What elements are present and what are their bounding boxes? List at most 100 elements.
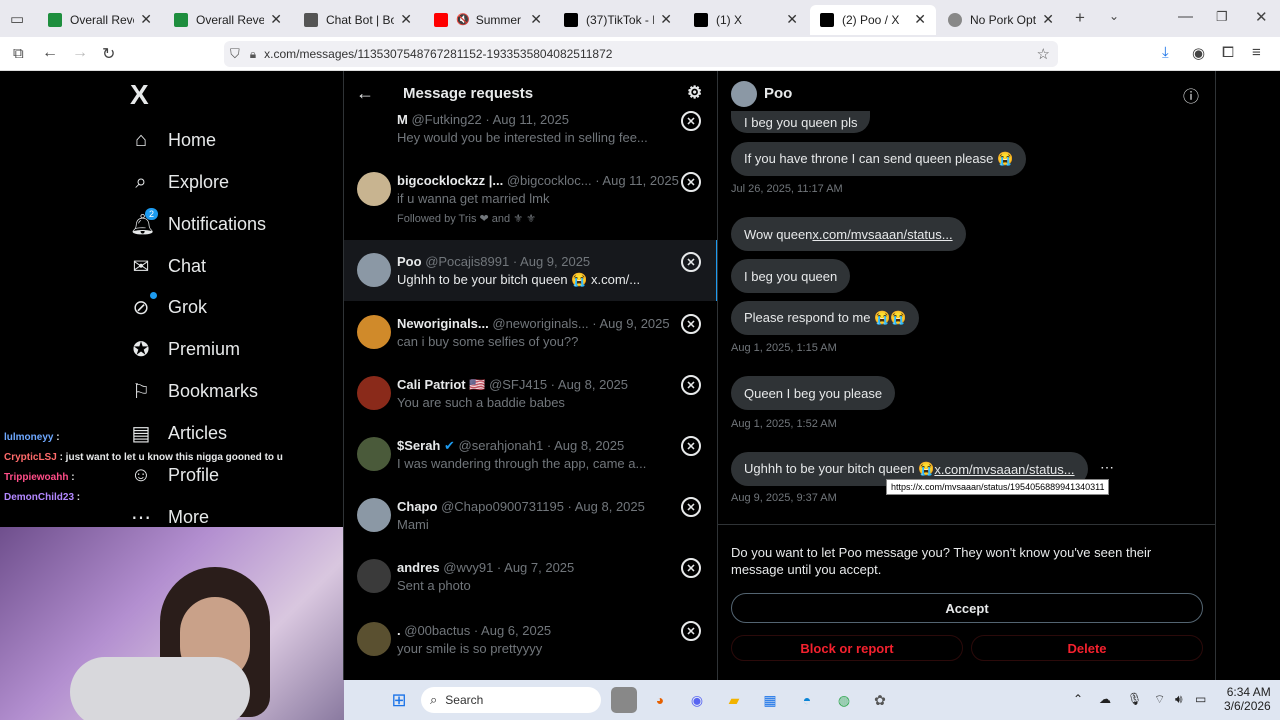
edge-icon[interactable]: ◓ [794, 687, 820, 713]
bookmark-star-icon[interactable]: ☆ [1037, 45, 1050, 63]
close-tab-icon[interactable]: ✕ [140, 11, 152, 28]
close-tab-icon[interactable]: ✕ [530, 11, 542, 28]
close-window-icon[interactable]: ✕ [1255, 8, 1268, 26]
settings-gear-icon[interactable]: ⚙ [687, 83, 702, 103]
delete-button[interactable]: Delete [971, 635, 1203, 661]
request-item[interactable]: andres @wvy91 · Aug 7, 2025 Sent a photo… [344, 545, 717, 606]
nav-home[interactable]: ⌂ Home [130, 123, 216, 157]
browser-tab[interactable]: Overall Revenue -✕ [164, 5, 292, 35]
dismiss-request-icon[interactable]: ✕ [681, 111, 701, 131]
forward-icon[interactable]: → [72, 44, 88, 62]
dismiss-request-icon[interactable]: ✕ [681, 375, 701, 395]
task-view-icon[interactable] [611, 687, 637, 713]
browser-tab-active[interactable]: (2) Poo / X ✕ [810, 4, 936, 35]
extensions-icon[interactable]: ⧠ [1222, 44, 1234, 61]
close-tab-icon[interactable]: ✕ [660, 11, 672, 28]
request-item-selected[interactable]: Poo @Pocajis8991 · Aug 9, 2025 Ughhh to … [344, 240, 717, 301]
clock[interactable]: 6:34 AM 3/6/2026 [1224, 685, 1271, 713]
request-item[interactable]: Neworiginals... @neworiginals... · Aug 9… [344, 301, 717, 362]
requests-title: Message requests [403, 84, 534, 102]
stream-chat-overlay: lulmoneyy : CrypticLSJ : just want to le… [0, 430, 340, 526]
address-bar[interactable]: ⛉ 🔒︎ x.com/messages/1135307548767281152-… [224, 41, 1058, 67]
browser-tab[interactable]: (1) X ✕ [684, 5, 808, 35]
chat-user: Trippiewoahh [4, 472, 69, 483]
nav-chat[interactable]: ✉ Chat [130, 249, 206, 283]
close-tab-icon[interactable]: ✕ [400, 11, 412, 28]
download-icon[interactable]: ⤓ [1162, 44, 1169, 61]
tab-list-icon[interactable]: ▭ [10, 10, 24, 28]
nav-bookmarks[interactable]: ⚐ Bookmarks [130, 374, 258, 408]
bell-icon: 🔔︎ 2 [130, 207, 158, 237]
new-dot [150, 291, 157, 299]
dismiss-request-icon[interactable]: ✕ [681, 252, 701, 272]
chevron-down-icon[interactable]: ⌄ [1109, 9, 1119, 23]
dismiss-request-icon[interactable]: ✕ [681, 172, 701, 192]
request-item[interactable]: $Serah ✔ @serahjonah1 · Aug 8, 2025 I wa… [344, 423, 717, 484]
maximize-icon[interactable]: ❐ [1216, 9, 1228, 25]
account-icon[interactable]: ◉ [1192, 44, 1205, 62]
avatar[interactable] [731, 81, 757, 107]
chat-message: Trippiewoahh : [4, 472, 75, 483]
message-link[interactable]: x.com/mvsaaan/status... [934, 462, 1074, 477]
request-item[interactable]: bigcocklockzz |... @bigcockloc... · Aug … [344, 163, 717, 233]
reload-icon[interactable]: ↻ [102, 44, 115, 64]
browser-tab[interactable]: No Pork Options✕ [938, 5, 1064, 35]
request-item[interactable]: M @Futking22 · Aug 11, 2025 Hey would yo… [344, 101, 717, 149]
menu-icon[interactable]: ≡ [1252, 44, 1261, 61]
browser-tab[interactable]: Overall Revenue -✕ [38, 5, 162, 35]
browser-tab[interactable]: 🔇 Summer Walk✕ [424, 5, 552, 35]
app-icon[interactable]: ✿ [867, 687, 893, 713]
nav-premium[interactable]: ✪ Premium [130, 332, 240, 366]
close-tab-icon[interactable]: ✕ [786, 11, 798, 28]
lock-icon[interactable]: 🔒︎ [250, 47, 256, 62]
tab-favicon-icon [564, 12, 578, 27]
minimize-icon[interactable]: — [1178, 8, 1193, 25]
dismiss-request-icon[interactable]: ✕ [681, 497, 701, 517]
browser-tab[interactable]: (37)TikTok - Make✕ [554, 5, 682, 35]
url-text[interactable]: x.com/messages/1135307548767281152-19335… [264, 47, 612, 61]
block-report-button[interactable]: Block or report [731, 635, 963, 661]
shield-icon[interactable]: ⛉ [230, 46, 240, 62]
tab-favicon-icon [948, 12, 962, 27]
dismiss-request-icon[interactable]: ✕ [681, 621, 701, 641]
windows-start-icon[interactable]: ⊞ [386, 687, 412, 713]
store-icon[interactable]: ▦ [757, 687, 783, 713]
mic-icon[interactable]: 🎙︎ [1127, 692, 1142, 706]
nav-grok[interactable]: ⊘ Grok [130, 290, 207, 324]
chrome-icon[interactable]: ◍ [831, 687, 857, 713]
browser-tab-strip: ▭ Overall Revenue -✕ Overall Revenue -✕ … [0, 0, 1280, 37]
info-icon[interactable]: ⓘ [1183, 83, 1199, 107]
discord-icon[interactable]: ◉ [684, 687, 710, 713]
dismiss-request-icon[interactable]: ✕ [681, 314, 701, 334]
file-explorer-icon[interactable]: ▰ [721, 687, 747, 713]
nav-explore[interactable]: ⌕ Explore [130, 165, 229, 199]
tray-chevron-icon[interactable]: ⌃ [1073, 692, 1083, 706]
nav-notifications[interactable]: 🔔︎ 2 Notifications [130, 207, 266, 241]
muted-audio-icon[interactable]: 🔇 [456, 13, 470, 26]
new-tab-icon[interactable]: + [1075, 8, 1085, 28]
taskbar-search[interactable]: ⌕ Search [421, 687, 601, 713]
close-tab-icon[interactable]: ✕ [270, 11, 282, 28]
message-timestamp: Aug 1, 2025, 1:15 AM [731, 342, 837, 354]
more-options-icon[interactable]: ⋯ [1100, 459, 1114, 476]
cloud-icon[interactable]: ☁ [1099, 692, 1111, 706]
dismiss-request-icon[interactable]: ✕ [681, 436, 701, 456]
request-item[interactable]: . @00bactus · Aug 6, 2025 your smile is … [344, 606, 717, 667]
wifi-icon[interactable]: ⌔ [1154, 692, 1165, 707]
conversation-name[interactable]: Poo [764, 85, 792, 102]
accept-button[interactable]: Accept [731, 593, 1203, 623]
sidebar-toggle-icon[interactable]: ⧉ [13, 45, 24, 62]
request-item[interactable]: Cali Patriot 🇺🇸 @SFJ415 · Aug 8, 2025 Yo… [344, 362, 717, 423]
x-logo-icon[interactable]: X [130, 79, 149, 111]
request-item[interactable]: Chapo @Chapo0900731195 · Aug 8, 2025 Mam… [344, 484, 717, 545]
search-icon: ⌕ [135, 170, 147, 193]
dismiss-request-icon[interactable]: ✕ [681, 558, 701, 578]
battery-icon[interactable]: ▭ [1195, 692, 1206, 706]
close-tab-icon[interactable]: ✕ [1042, 11, 1054, 28]
back-icon[interactable]: ← [42, 44, 58, 62]
close-tab-icon[interactable]: ✕ [914, 11, 926, 28]
firefox-icon[interactable]: ◕ [647, 687, 673, 713]
message-link[interactable]: x.com/mvsaaan/status... [812, 227, 952, 242]
volume-icon[interactable]: 🔊︎ [1175, 692, 1183, 707]
browser-tab[interactable]: Chat Bot | BotRix -✕ [294, 5, 422, 35]
